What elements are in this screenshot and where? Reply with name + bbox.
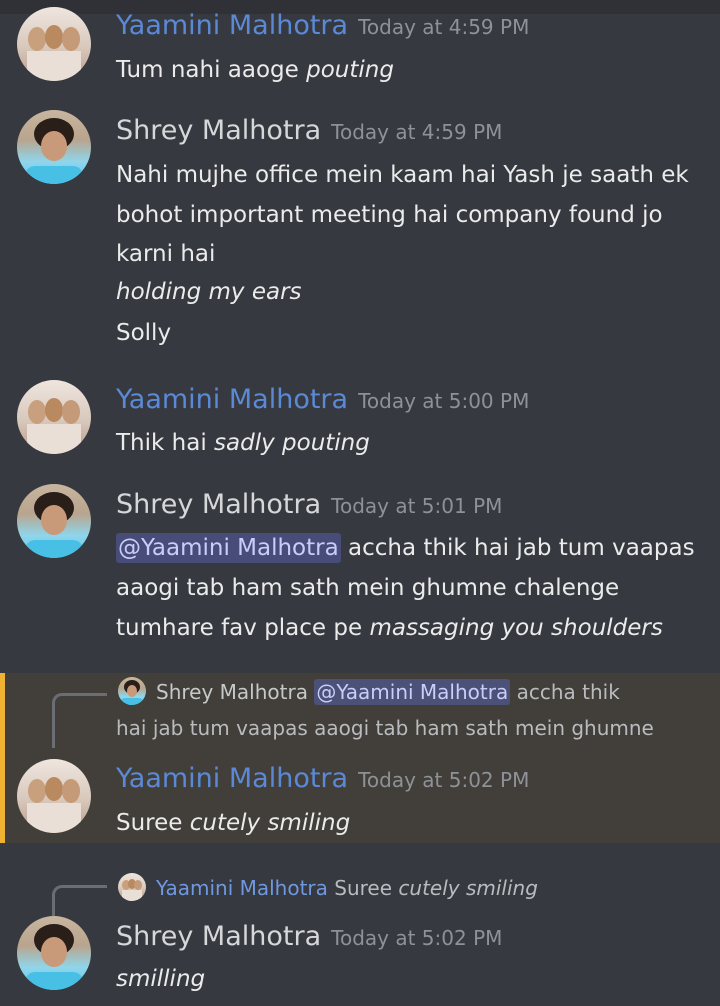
timestamp: Today at 5:02 PM bbox=[331, 926, 503, 950]
reply-mention[interactable]: @Yaamini Malhotra bbox=[314, 679, 511, 705]
action-line: holding my ears bbox=[116, 279, 302, 305]
avatar-yaamini[interactable] bbox=[17, 380, 91, 454]
message-line: tumhare fav place pe massaging you shoul… bbox=[116, 615, 663, 641]
author-name[interactable]: Shrey Malhotra bbox=[116, 921, 321, 952]
reply-preview-line2: hai jab tum vaapas aaogi tab ham sath me… bbox=[116, 716, 654, 740]
avatar-yaamini[interactable] bbox=[17, 759, 91, 833]
author-name[interactable]: Yaamini Malhotra bbox=[116, 10, 348, 41]
action-text: massaging you shoulders bbox=[369, 615, 663, 641]
action-text: pouting bbox=[306, 57, 394, 83]
timestamp: Today at 5:02 PM bbox=[358, 768, 530, 792]
message-line: Nahi mujhe office mein kaam hai Yash je … bbox=[116, 162, 689, 188]
reply-avatar-shrey[interactable] bbox=[118, 677, 146, 705]
author-name[interactable]: Yaamini Malhotra bbox=[116, 763, 348, 794]
reply-author[interactable]: Shrey Malhotra bbox=[156, 680, 308, 704]
message-text: Suree cutely smiling bbox=[116, 810, 350, 836]
reply-author[interactable]: Yaamini Malhotra bbox=[156, 876, 328, 900]
action-text: sadly pouting bbox=[214, 430, 370, 456]
author-name[interactable]: Yaamini Malhotra bbox=[116, 384, 348, 415]
highlight-bar bbox=[0, 673, 5, 843]
avatar-shrey[interactable] bbox=[17, 110, 91, 184]
text: Tum nahi aaoge bbox=[116, 57, 299, 83]
timestamp: Today at 5:01 PM bbox=[331, 494, 503, 518]
avatar-shrey[interactable] bbox=[17, 484, 91, 558]
message-text: Thik hai sadly pouting bbox=[116, 430, 370, 456]
text: Thik hai bbox=[116, 430, 207, 456]
action-line: smilling bbox=[116, 966, 205, 992]
reply-avatar-yaamini[interactable] bbox=[118, 873, 146, 901]
action-text: smilling bbox=[116, 966, 206, 992]
timestamp: Today at 4:59 PM bbox=[331, 120, 503, 144]
action-text: cutely smiling bbox=[189, 810, 351, 836]
message-line: karni hai bbox=[116, 241, 216, 267]
timestamp: Today at 4:59 PM bbox=[358, 15, 530, 39]
text: tumhare fav place pe bbox=[116, 615, 363, 641]
message-line: bohot important meeting hai company foun… bbox=[116, 202, 663, 228]
message-line: @Yaamini Malhotra accha thik hai jab tum… bbox=[116, 533, 695, 563]
action-text: holding my ears bbox=[116, 279, 302, 305]
timestamp: Today at 5:00 PM bbox=[358, 389, 530, 413]
message-line: aaogi tab ham sath mein ghumne chalenge bbox=[116, 575, 620, 601]
text: Suree bbox=[116, 810, 183, 836]
message-line: Solly bbox=[116, 320, 172, 346]
author-name[interactable]: Shrey Malhotra bbox=[116, 115, 321, 146]
message-text: Tum nahi aaoge pouting bbox=[116, 57, 394, 83]
reply-preview[interactable]: Yaamini Malhotra Suree cutely smiling bbox=[156, 876, 538, 900]
author-name[interactable]: Shrey Malhotra bbox=[116, 489, 321, 520]
reply-connector bbox=[52, 693, 107, 748]
reply-action-text: cutely smiling bbox=[398, 876, 538, 900]
avatar-shrey[interactable] bbox=[17, 916, 91, 990]
avatar-yaamini[interactable] bbox=[17, 7, 91, 81]
reply-text: accha thik bbox=[516, 680, 620, 704]
reply-connector bbox=[52, 885, 107, 916]
user-mention[interactable]: @Yaamini Malhotra bbox=[116, 533, 341, 563]
reply-preview[interactable]: Shrey Malhotra @Yaamini Malhotra accha t… bbox=[156, 679, 620, 705]
text: accha thik hai jab tum vaapas bbox=[348, 535, 695, 561]
reply-text: Suree bbox=[334, 876, 393, 900]
